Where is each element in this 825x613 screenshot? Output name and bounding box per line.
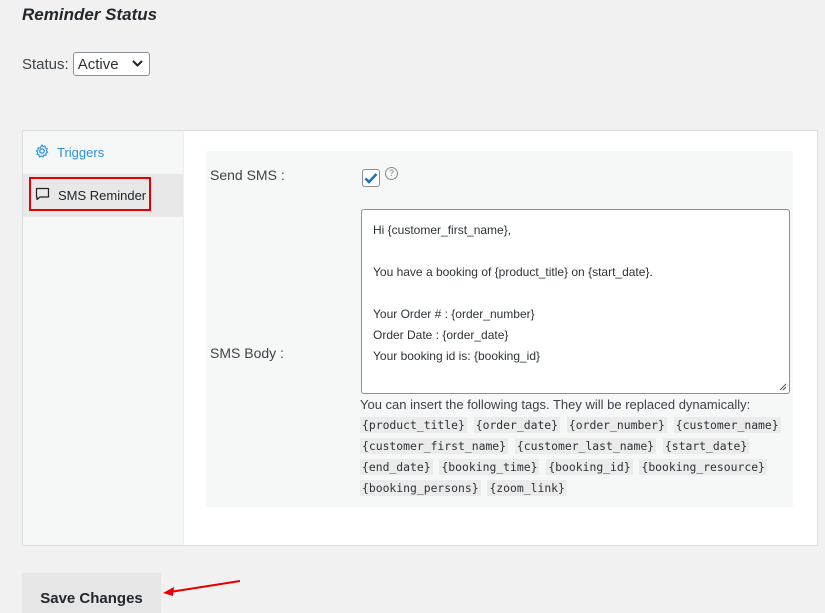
help-icon[interactable]: ? — [385, 167, 398, 180]
tag-code: {customer_name} — [673, 417, 781, 433]
body-line: Your booking id is: {booking_id} — [373, 349, 541, 363]
send-sms-checkbox[interactable] — [362, 169, 380, 187]
tag-code: {booking_persons} — [360, 480, 481, 496]
red-arrow-icon — [163, 580, 241, 596]
tag-code: {product_title} — [360, 417, 467, 433]
field-column: ? Hi {customer_first_name}, You have a b… — [354, 151, 793, 507]
sidebar-item-label: Triggers — [57, 145, 105, 160]
tag-code: {order_date} — [473, 417, 561, 433]
save-changes-button[interactable]: Save Changes — [22, 573, 161, 613]
tag-code: {start_date} — [662, 438, 750, 454]
sidebar-item-triggers[interactable]: Triggers — [23, 131, 183, 174]
body-line-blank — [373, 241, 778, 262]
reminder-settings-panel: Triggers SMS Reminder Send SMS : SMS Bod… — [22, 130, 818, 546]
sms-body-textarea[interactable]: Hi {customer_first_name}, You have a boo… — [361, 209, 790, 394]
sms-body-label: SMS Body : — [210, 345, 284, 361]
tags-list: {product_title} {order_date} {order_numb… — [360, 415, 792, 499]
body-line: You have a booking of {product_title} on… — [373, 265, 653, 279]
sidebar-item-label: SMS Reminder — [58, 188, 147, 203]
body-line: Order Date : {order_date} — [373, 328, 509, 342]
tag-code: {booking_time} — [439, 459, 540, 475]
tag-code: {customer_last_name} — [514, 438, 657, 454]
status-select[interactable]: Active — [72, 52, 150, 76]
checkmark-icon — [364, 173, 378, 184]
status-row: Status: Active — [22, 52, 150, 76]
resize-handle-icon[interactable] — [779, 383, 787, 391]
tags-hint: You can insert the following tags. They … — [360, 397, 751, 412]
page-title: Reminder Status — [22, 5, 158, 24]
label-column: Send SMS : SMS Body : — [206, 151, 354, 507]
tag-code: {order_number} — [566, 417, 667, 433]
body-line-blank — [373, 283, 778, 304]
chevron-down-icon — [131, 58, 143, 70]
settings-sidebar: Triggers SMS Reminder — [23, 131, 184, 545]
gear-icon — [35, 143, 57, 161]
body-line: Hi {customer_first_name}, — [373, 223, 512, 237]
tag-code: {booking_resource} — [639, 459, 767, 475]
status-label: Status: — [22, 55, 69, 73]
body-line: Your Order # : {order_number} — [373, 307, 535, 321]
status-selected-value: Active — [77, 55, 119, 73]
tag-code: {zoom_link} — [487, 480, 567, 496]
tag-code: {end_date} — [360, 459, 433, 475]
sms-form: Send SMS : SMS Body : ? Hi {customer_fir… — [206, 151, 793, 507]
tag-code: {booking_id} — [546, 459, 633, 475]
comment-icon — [35, 187, 58, 204]
tag-code: {customer_first_name} — [360, 438, 509, 454]
sidebar-item-sms-reminder[interactable]: SMS Reminder — [23, 174, 183, 217]
send-sms-label: Send SMS : — [210, 167, 285, 183]
